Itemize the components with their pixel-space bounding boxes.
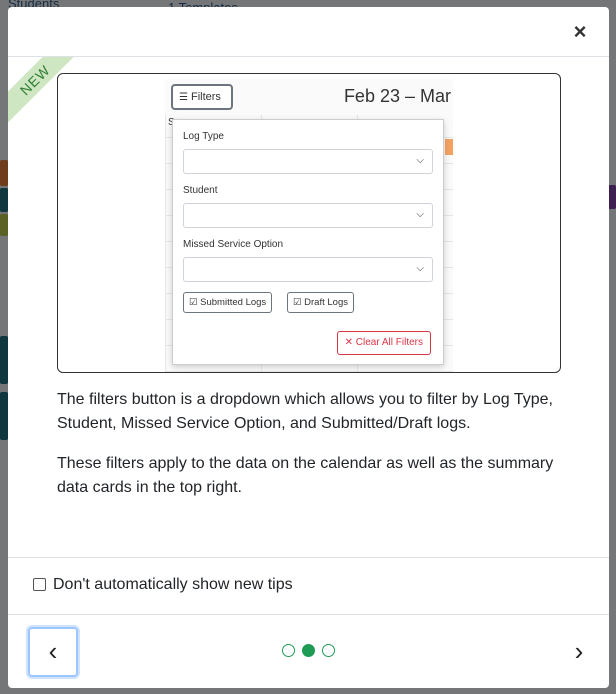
chevron-down-icon: ⌵ (416, 263, 424, 274)
close-icon[interactable]: × (569, 20, 591, 44)
tips-modal: × NEW ☰Filters Feb 23 – Mar S Log Type ⌵… (8, 7, 609, 688)
next-tip-button[interactable]: › (564, 627, 594, 677)
tip-preview-image: ☰Filters Feb 23 – Mar S Log Type ⌵ Stude… (57, 73, 561, 373)
previous-tip-button[interactable]: ‹ (28, 627, 78, 677)
filters-screenshot: ☰Filters Feb 23 – Mar S Log Type ⌵ Stude… (165, 79, 453, 372)
pagination-dot[interactable] (302, 644, 315, 657)
draft-logs-toggle: ☑ Draft Logs (287, 292, 354, 313)
student-label: Student (183, 185, 218, 196)
dont-show-label[interactable]: Don't automatically show new tips (53, 576, 293, 594)
preview-filters-button: ☰ Filters (171, 84, 233, 110)
x-icon: ✕ (344, 337, 356, 348)
missed-service-select: ⌵ (183, 257, 433, 282)
chevron-right-icon: › (574, 636, 584, 666)
tip-description-2: These filters apply to the data on the c… (57, 455, 554, 496)
modal-header: × (8, 7, 609, 57)
clear-all-filters-button: ✕ Clear All Filters (336, 331, 431, 355)
checkbox-icon: ☑ (189, 297, 201, 308)
modal-footer: ‹ › (8, 614, 609, 688)
draft-logs-label: Draft Logs (304, 297, 348, 308)
preview-event-marker (445, 139, 453, 155)
pagination-dot[interactable] (282, 644, 295, 657)
modal-options: Don't automatically show new tips (8, 557, 609, 615)
missed-service-label: Missed Service Option (183, 239, 284, 250)
preview-filters-label: Filters (190, 91, 221, 103)
student-select: ⌵ (183, 203, 433, 228)
chevron-left-icon: ‹ (48, 636, 58, 666)
chevron-down-icon: ⌵ (416, 155, 424, 166)
checkbox-icon: ☑ (293, 297, 305, 308)
clear-all-label: Clear All Filters (355, 337, 423, 348)
preview-date-range: Feb 23 – Mar (343, 86, 451, 106)
dont-show-checkbox[interactable] (33, 578, 46, 591)
log-type-label: Log Type (183, 131, 224, 142)
pagination-dot[interactable] (322, 644, 335, 657)
submitted-logs-toggle: ☑ Submitted Logs (183, 292, 273, 313)
preview-filters-dropdown: Log Type ⌵ Student ⌵ Missed Service Opti… (172, 119, 444, 365)
tip-description-1: The filters button is a dropdown which a… (57, 391, 553, 432)
submitted-logs-label: Submitted Logs (200, 297, 267, 308)
sliders-icon: ☰ (179, 92, 188, 103)
log-type-select: ⌵ (183, 149, 433, 174)
chevron-down-icon: ⌵ (416, 209, 424, 220)
